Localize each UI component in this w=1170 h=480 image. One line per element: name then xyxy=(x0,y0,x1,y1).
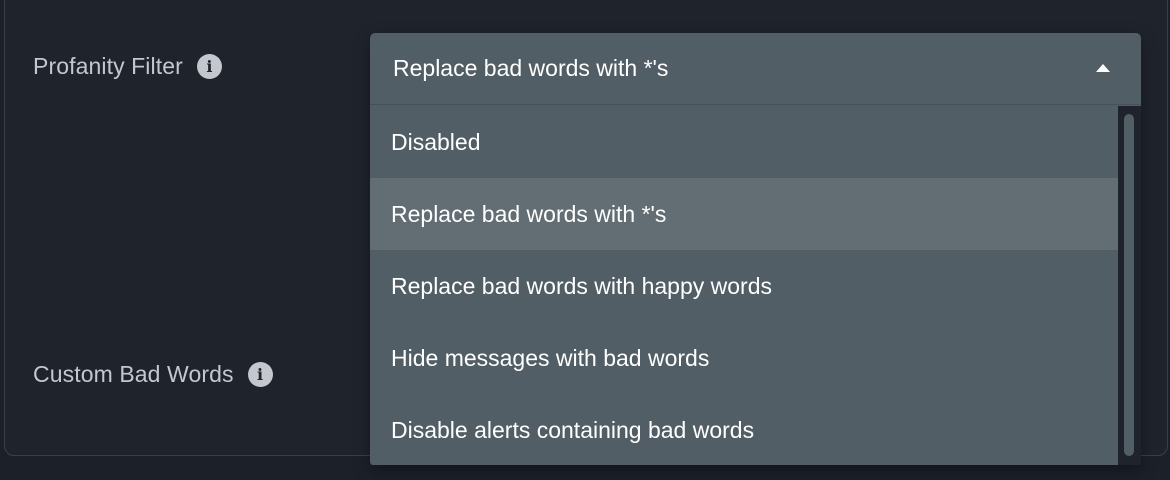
custom-bad-words-label: Custom Bad Words i xyxy=(33,361,273,388)
dropdown-option-replace-happy-words[interactable]: Replace bad words with happy words xyxy=(370,250,1118,322)
dropdown-selected-value[interactable]: Replace bad words with *'s xyxy=(370,33,1141,105)
profanity-filter-label: Profanity Filter i xyxy=(33,53,222,80)
settings-page: Profanity Filter i Custom Bad Words i Re… xyxy=(0,0,1170,480)
profanity-filter-label-text: Profanity Filter xyxy=(33,53,183,79)
dropdown-options-list: Disabled Replace bad words with *'s Repl… xyxy=(370,106,1118,465)
dropdown-scrollbar-thumb[interactable] xyxy=(1124,114,1134,456)
dropdown-selected-text: Replace bad words with *'s xyxy=(393,55,669,81)
info-icon[interactable]: i xyxy=(247,362,273,387)
custom-bad-words-label-text: Custom Bad Words xyxy=(33,361,234,387)
dropdown-option-replace-asterisks[interactable]: Replace bad words with *'s xyxy=(370,178,1118,250)
caret-up-icon[interactable] xyxy=(1096,64,1110,72)
info-icon[interactable]: i xyxy=(196,54,222,79)
dropdown-option-disabled[interactable]: Disabled xyxy=(370,106,1118,178)
dropdown-option-disable-alerts[interactable]: Disable alerts containing bad words xyxy=(370,394,1118,465)
dropdown-option-hide-messages[interactable]: Hide messages with bad words xyxy=(370,322,1118,394)
profanity-filter-dropdown[interactable]: Replace bad words with *'s Disabled Repl… xyxy=(370,33,1141,465)
dropdown-scrollbar[interactable] xyxy=(1118,106,1141,465)
